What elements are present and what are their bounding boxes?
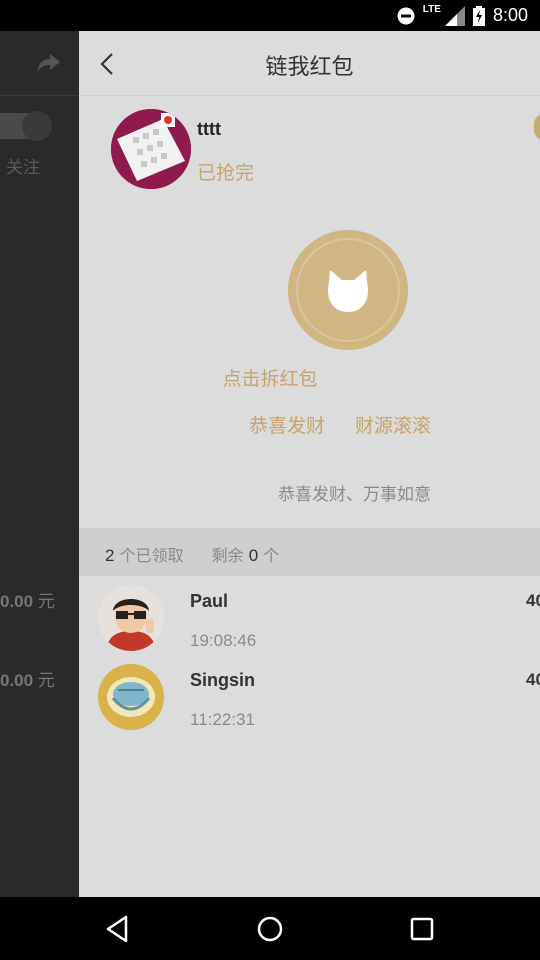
list-item[interactable]: Paul 19:08:46 40	[79, 581, 540, 659]
navigation-bar	[0, 897, 540, 960]
record-amount: 40	[526, 591, 540, 610]
follow-toggle[interactable]	[0, 111, 52, 141]
sender-avatar[interactable]	[111, 109, 191, 189]
sender-avatar-image	[111, 109, 191, 189]
record-amount: 40	[526, 670, 540, 689]
dnd-icon	[397, 7, 415, 24]
summary-text: 2 个已领取 剩余 0 个	[105, 546, 280, 565]
status-bar: LTE 8:00	[0, 0, 540, 31]
toggle-knob	[22, 111, 52, 141]
red-packet-panel: 链我红包 tttt 已抢完 点击拆红包 恭喜发财 财源滚滚 恭喜发财、万事如意 …	[79, 31, 540, 897]
blessing-text: 财源滚滚	[355, 415, 432, 437]
open-label: 点击拆红包	[222, 368, 318, 390]
coin-icon	[534, 114, 540, 140]
battery-icon	[472, 5, 485, 26]
panel-header: 链我红包	[79, 31, 540, 96]
background-page: 关注 0.00 元 0.00 元	[0, 31, 79, 897]
left-amount: 0.00 元	[0, 671, 55, 691]
page-title: 链我红包	[265, 55, 354, 80]
signal-icon	[444, 5, 465, 26]
network-type-label: LTE	[422, 4, 441, 15]
avatar[interactable]	[98, 585, 164, 651]
cat-head-icon	[328, 270, 368, 312]
recents-nav-icon[interactable]	[404, 911, 440, 947]
open-red-packet-button[interactable]	[288, 230, 408, 350]
record-time: 11:22:31	[190, 710, 255, 729]
avatar-image	[98, 585, 164, 651]
record-name: Paul	[190, 591, 229, 611]
avatar-image	[98, 664, 164, 730]
sender-name: tttt	[197, 119, 221, 139]
left-amount: 0.00 元	[0, 592, 55, 612]
record-time: 19:08:46	[190, 631, 257, 650]
avatar[interactable]	[98, 664, 164, 730]
follow-label: 关注	[6, 158, 40, 178]
list-item[interactable]: Singsin 11:22:31 40	[79, 660, 540, 738]
back-nav-icon[interactable]	[100, 911, 136, 947]
share-icon[interactable]	[36, 51, 62, 75]
summary-bar: 2 个已领取 剩余 0 个	[79, 528, 540, 576]
record-name: Singsin	[190, 670, 256, 690]
packet-status: 已抢完	[197, 162, 255, 184]
home-nav-icon[interactable]	[252, 911, 288, 947]
clock: 8:00	[492, 5, 528, 25]
blessing-text: 恭喜发财	[249, 415, 326, 437]
background-toolbar	[0, 31, 79, 96]
greeting-message: 恭喜发财、万事如意	[278, 485, 431, 505]
blessing-row: 恭喜发财 财源滚滚	[249, 411, 431, 438]
